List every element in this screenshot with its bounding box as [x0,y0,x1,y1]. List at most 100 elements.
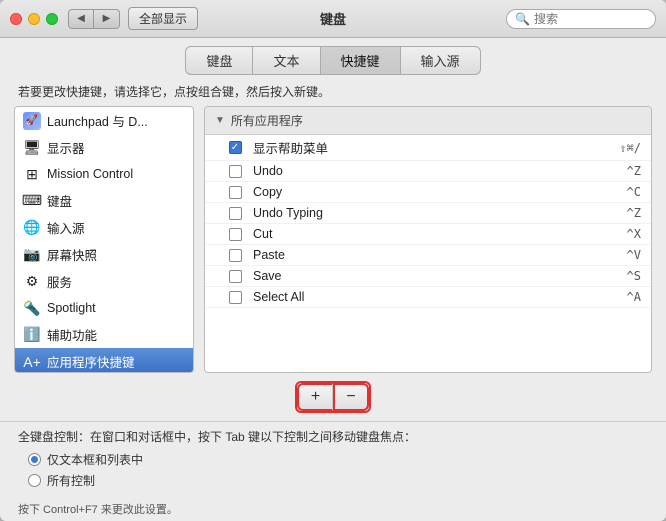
checkbox-paste-box[interactable] [229,249,242,262]
tab-text[interactable]: 文本 [253,46,320,75]
sidebar-label-inputsource: 输入源 [47,218,85,237]
radio-text-lists[interactable] [28,453,41,466]
search-input[interactable] [534,12,647,26]
table-row: Undo Typing ^Z [205,203,651,224]
sidebar-label-accessibility: 辅助功能 [47,325,97,344]
checkbox-show-help-box[interactable] [229,141,242,154]
sidebar-label-appshortcuts: 应用程序快捷键 [47,352,135,371]
radio-all-controls[interactable] [28,474,41,487]
sidebar-label-launchpad: Launchpad 与 D... [47,111,148,130]
tabs-bar: 键盘 文本 快捷键 输入源 [0,38,666,75]
sidebar-label-service: 服务 [47,272,72,291]
sidebar-label-mission: Mission Control [47,167,133,181]
left-panel: 🚀 Launchpad 与 D... 🖥 显示器 ⊞ Mission Contr… [14,106,194,373]
checkbox-select-all-box[interactable] [229,291,242,304]
checkbox-save-box[interactable] [229,270,242,283]
appshortcuts-icon: A+ [23,353,41,371]
table-row: Select All ^A [205,287,651,308]
minimize-button[interactable] [28,13,40,25]
titlebar: ◀ ▶ 全部显示 键盘 🔍 [0,0,666,38]
show-all-button[interactable]: 全部显示 [128,7,198,30]
traffic-lights [10,13,58,25]
checkbox-cut-box[interactable] [229,228,242,241]
row-label-select-all: Select All [253,290,619,304]
plus-minus-container: + − [295,381,371,413]
checkbox-select-all[interactable] [225,291,245,304]
sidebar-item-screenshot[interactable]: 📷 屏幕快照 [15,241,193,268]
inputsource-icon: 🌐 [23,219,41,237]
checkbox-save[interactable] [225,270,245,283]
mission-icon: ⊞ [23,165,41,183]
right-panel-header: ▼ 所有应用程序 [205,107,651,135]
radio-item-all-controls[interactable]: 所有控制 [28,472,648,489]
search-box: 🔍 [506,9,656,29]
tab-keyboard[interactable]: 键盘 [185,46,253,75]
service-icon: ⚙ [23,273,41,291]
checkbox-cut[interactable] [225,228,245,241]
back-button[interactable]: ◀ [68,9,94,29]
add-shortcut-button[interactable]: + [297,383,333,411]
row-label-paste: Paste [253,248,619,262]
row-label-cut: Cut [253,227,619,241]
row-label-undo-typing: Undo Typing [253,206,619,220]
row-shortcut-undo: ^Z [627,164,641,178]
sidebar-label-spotlight: Spotlight [47,301,96,315]
instruction-text: 若要更改快捷键，请选择它，点按组合键，然后按入新键。 [0,75,666,106]
checkbox-undo-typing[interactable] [225,207,245,220]
checkbox-undo-typing-box[interactable] [229,207,242,220]
row-shortcut-cut: ^X [627,227,641,241]
radio-item-text-lists[interactable]: 仅文本框和列表中 [28,451,648,468]
table-row: Save ^S [205,266,651,287]
row-shortcut-undo-typing: ^Z [627,206,641,220]
radio-label-text-lists: 仅文本框和列表中 [47,451,143,468]
row-label-save: Save [253,269,619,283]
table-row: Undo ^Z [205,161,651,182]
bottom-buttons: + − [0,373,666,421]
triangle-icon: ▼ [215,115,225,126]
row-label-show-help: 显示帮助菜单 [253,138,611,157]
bottom-section: 全键盘控制：在窗口和对话框中，按下 Tab 键以下控制之间移动键盘焦点： 仅文本… [0,421,666,497]
remove-shortcut-button[interactable]: − [333,383,369,411]
radio-label-all-controls: 所有控制 [47,472,95,489]
checkbox-paste[interactable] [225,249,245,262]
sidebar-item-mission[interactable]: ⊞ Mission Control [15,161,193,187]
search-icon: 🔍 [515,12,530,26]
launchpad-icon: 🚀 [23,112,41,130]
sidebar-item-service[interactable]: ⚙ 服务 [15,268,193,295]
display-icon: 🖥 [23,139,41,157]
forward-button[interactable]: ▶ [94,9,120,29]
table-row: 显示帮助菜单 ⇧⌘/ [205,135,651,161]
keyboard-icon: ⌨ [23,192,41,210]
sidebar-item-keyboard[interactable]: ⌨ 键盘 [15,187,193,214]
maximize-button[interactable] [46,13,58,25]
main-content: 🚀 Launchpad 与 D... 🖥 显示器 ⊞ Mission Contr… [0,106,666,373]
footer-note: 按下 Control+F7 来更改此设置。 [0,497,666,521]
checkbox-copy-box[interactable] [229,186,242,199]
sidebar-item-inputsource[interactable]: 🌐 输入源 [15,214,193,241]
sidebar-label-screenshot: 屏幕快照 [47,245,97,264]
screenshot-icon: 📷 [23,246,41,264]
checkbox-copy[interactable] [225,186,245,199]
radio-group: 仅文本框和列表中 所有控制 [28,451,648,489]
sidebar-item-spotlight[interactable]: 🔦 Spotlight [15,295,193,321]
spotlight-icon: 🔦 [23,299,41,317]
accessibility-icon: ℹ️ [23,326,41,344]
nav-buttons: ◀ ▶ [68,9,120,29]
checkbox-undo[interactable] [225,165,245,178]
main-window: ◀ ▶ 全部显示 键盘 🔍 键盘 文本 快捷键 输入源 若要更改快捷键，请选择它… [0,0,666,521]
right-panel: ▼ 所有应用程序 显示帮助菜单 ⇧⌘/ Undo ^Z [204,106,652,373]
sidebar-item-launchpad[interactable]: 🚀 Launchpad 与 D... [15,107,193,134]
sidebar-item-accessibility[interactable]: ℹ️ 辅助功能 [15,321,193,348]
tab-shortcuts[interactable]: 快捷键 [321,46,401,75]
row-shortcut-copy: ^C [627,185,641,199]
table-row: Copy ^C [205,182,651,203]
close-button[interactable] [10,13,22,25]
checkbox-show-help[interactable] [225,141,245,154]
sidebar-item-appshortcuts[interactable]: A+ 应用程序快捷键 [15,348,193,373]
window-title: 键盘 [320,9,346,28]
row-shortcut-save: ^S [627,269,641,283]
checkbox-undo-box[interactable] [229,165,242,178]
sidebar-item-display[interactable]: 🖥 显示器 [15,134,193,161]
sidebar-label-display: 显示器 [47,138,85,157]
tab-input[interactable]: 输入源 [401,46,481,75]
